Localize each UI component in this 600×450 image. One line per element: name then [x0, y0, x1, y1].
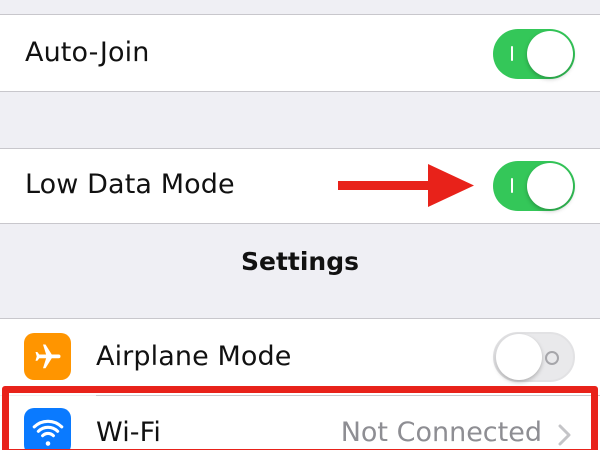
toggle-knob [527, 163, 573, 209]
toggle-knob [496, 334, 542, 380]
toggle-off-mark [545, 351, 559, 365]
auto-join-label: Auto-Join [25, 37, 150, 68]
wifi-highlight-box [2, 386, 598, 450]
toggle-on-mark [511, 178, 513, 193]
low-data-mode-label: Low Data Mode [25, 169, 235, 200]
auto-join-toggle[interactable] [493, 29, 575, 79]
auto-join-row[interactable]: Auto-Join [0, 15, 600, 91]
airplane-mode-row[interactable]: Airplane Mode [0, 319, 600, 395]
settings-screen: Auto-Join Low Data Mode Settings Airplan… [0, 0, 600, 450]
low-data-mode-toggle[interactable] [493, 161, 575, 211]
section-title: Settings [240, 247, 359, 276]
airplane-mode-label: Airplane Mode [96, 341, 292, 372]
toggle-knob [527, 31, 573, 77]
divider [0, 223, 600, 224]
divider [0, 91, 600, 92]
right-arrow-icon [338, 164, 474, 207]
toggle-on-mark [511, 46, 513, 61]
airplane-icon [24, 333, 71, 380]
low-data-mode-row[interactable]: Low Data Mode [0, 149, 600, 223]
airplane-mode-toggle[interactable] [493, 332, 575, 382]
